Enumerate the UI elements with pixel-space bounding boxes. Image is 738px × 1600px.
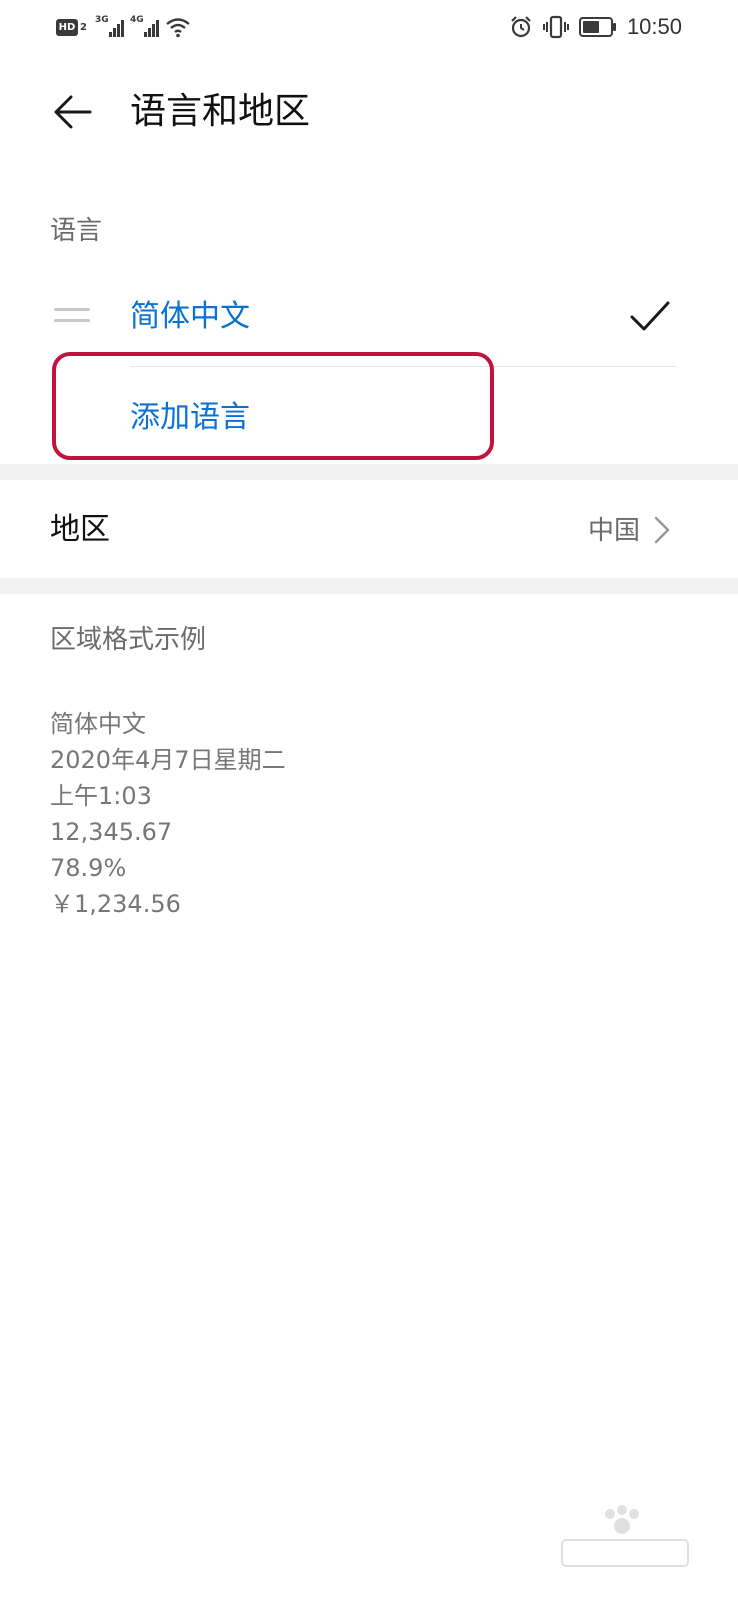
language-section-label: 语言 — [50, 216, 103, 246]
chevron-right-icon — [654, 516, 670, 544]
sample-currency: ￥1,234.56 — [50, 890, 181, 918]
watermark-logo — [561, 1505, 689, 1567]
back-button[interactable] — [46, 86, 98, 138]
region-label: 地区 — [50, 512, 110, 547]
sample-date: 2020年4月7日星期二 — [50, 746, 286, 774]
status-bar: HD 2 3G 4G 10:50 — [0, 0, 738, 56]
section-divider — [0, 464, 738, 480]
region-value: 中国 — [588, 516, 641, 546]
section-divider — [0, 578, 738, 594]
status-time: 10:50 — [626, 14, 682, 39]
drag-handle-icon[interactable] — [54, 308, 90, 324]
sample-number: 12,345.67 — [50, 818, 173, 846]
signal-icon: 4G — [129, 15, 159, 37]
add-language-label: 添加语言 — [130, 400, 250, 435]
signal-icon: 3G — [94, 15, 124, 37]
back-arrow-icon — [54, 95, 92, 129]
add-language-button[interactable] — [52, 352, 494, 460]
hd-voice-icon: HD — [56, 18, 78, 36]
network-type-sim2: 4G — [129, 15, 144, 25]
vibrate-icon — [542, 15, 569, 39]
battery-icon — [578, 17, 616, 37]
format-sample-label: 区域格式示例 — [50, 625, 207, 655]
checkmark-icon — [630, 301, 670, 331]
alarm-icon — [511, 16, 531, 38]
language-item-label: 简体中文 — [130, 299, 250, 334]
sample-language: 简体中文 — [50, 710, 146, 738]
network-type-sim1: 3G — [94, 15, 109, 25]
page-title: 语言和地区 — [130, 91, 311, 132]
hd-sim-index: 2 — [80, 21, 87, 33]
format-sample-list: 简体中文 2020年4月7日星期二 上午1:03 12,345.67 78.9%… — [50, 706, 286, 922]
wifi-icon — [166, 18, 190, 38]
sample-time: 上午1:03 — [50, 782, 152, 810]
sample-percent: 78.9% — [50, 854, 127, 882]
